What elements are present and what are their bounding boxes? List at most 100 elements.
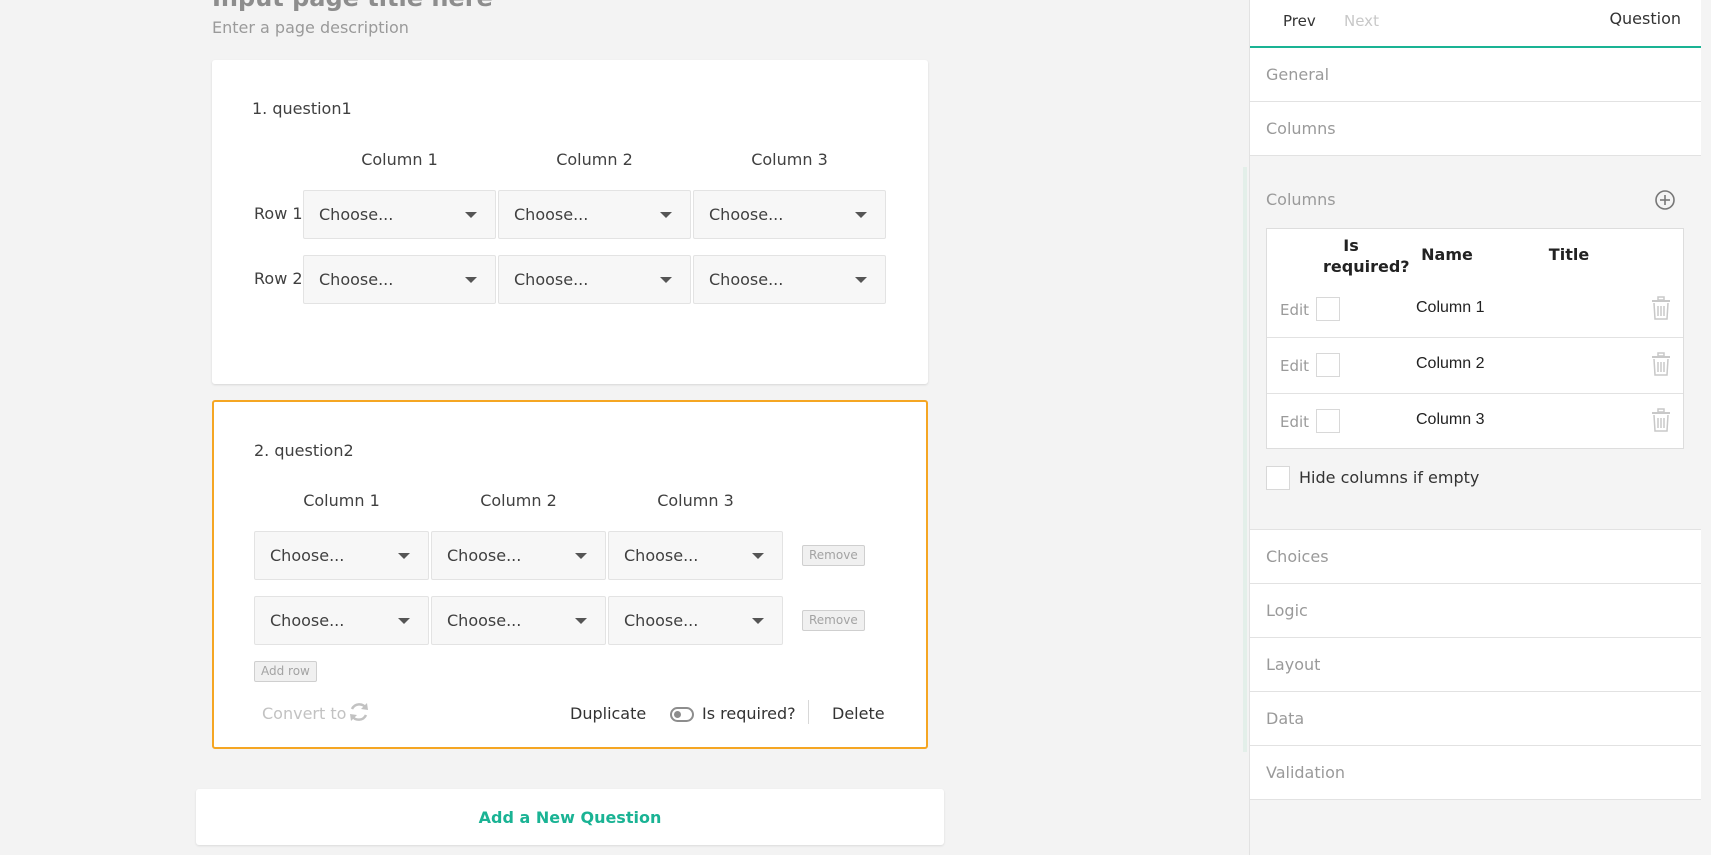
header-is-required: Is required? (1323, 236, 1410, 276)
cell-dropdown[interactable]: Choose... (254, 596, 429, 645)
prev-button[interactable]: Prev (1283, 12, 1316, 30)
section-data[interactable]: Data (1250, 692, 1701, 746)
dropdown-value: Choose... (319, 205, 394, 224)
chevron-down-icon (752, 553, 764, 559)
column-header: Column 1 (303, 491, 380, 510)
chevron-down-icon (575, 618, 587, 624)
refresh-icon[interactable] (347, 700, 371, 724)
section-choices[interactable]: Choices (1250, 530, 1701, 584)
section-logic[interactable]: Logic (1250, 584, 1701, 638)
chevron-down-icon (660, 212, 672, 218)
divider (808, 700, 809, 724)
chevron-down-icon (398, 553, 410, 559)
required-checkbox[interactable] (1316, 409, 1340, 433)
header-title: Title (1548, 245, 1590, 264)
convert-to-label[interactable]: Convert to (262, 704, 346, 723)
edit-link[interactable]: Edit (1280, 413, 1309, 431)
required-toggle[interactable] (670, 707, 694, 722)
design-surface: Input page title here Enter a page descr… (0, 0, 1249, 855)
dropdown-value: Choose... (270, 546, 345, 565)
hide-columns-checkbox[interactable] (1266, 466, 1290, 490)
add-row-button[interactable]: Add row (254, 661, 317, 682)
panel-header: Prev Next Question (1250, 0, 1701, 48)
object-selector[interactable]: Question (1609, 9, 1681, 28)
column-header: Column 3 (657, 491, 734, 510)
cell-dropdown[interactable]: Choose... (608, 596, 783, 645)
dropdown-value: Choose... (447, 611, 522, 630)
add-column-icon[interactable] (1654, 189, 1676, 211)
required-checkbox[interactable] (1316, 353, 1340, 377)
chevron-down-icon (465, 212, 477, 218)
toggle-knob (674, 711, 681, 718)
cell-dropdown[interactable]: Choose... (693, 190, 886, 239)
cell-dropdown[interactable]: Choose... (431, 596, 606, 645)
panel-accent-bar (1243, 167, 1247, 752)
cell-dropdown[interactable]: Choose... (498, 255, 691, 304)
property-panel-body: Prev Next Question General Columns Colum… (1250, 0, 1701, 855)
property-panel: Prev Next Question General Columns Colum… (1243, 0, 1711, 855)
edit-link[interactable]: Edit (1280, 357, 1309, 375)
row-label: Row 2 (254, 269, 303, 288)
remove-row-button[interactable]: Remove (802, 610, 865, 631)
trash-icon[interactable] (1650, 296, 1672, 320)
dropdown-value: Choose... (447, 546, 522, 565)
dropdown-value: Choose... (514, 205, 589, 224)
column-row: Edit Column 2 (1267, 338, 1683, 394)
delete-button[interactable]: Delete (832, 704, 885, 723)
column-header: Column 2 (556, 150, 633, 169)
column-row: Edit Column 3 (1267, 394, 1683, 450)
columns-table: Is required? Name Title Edit Column 1 Ed… (1266, 228, 1684, 449)
cell-dropdown[interactable]: Choose... (431, 531, 606, 580)
columns-editor: Columns Is required? Name Title Edit Col… (1250, 156, 1701, 530)
dropdown-value: Choose... (709, 270, 784, 289)
chevron-down-icon (855, 277, 867, 283)
question-card-2[interactable]: 2. question2 Column 1 Column 2 Column 3 … (212, 400, 928, 749)
column-name[interactable]: Column 3 (1416, 411, 1484, 429)
column-name[interactable]: Column 2 (1416, 355, 1484, 373)
dropdown-value: Choose... (319, 270, 394, 289)
cell-dropdown[interactable]: Choose... (303, 255, 496, 304)
page-title[interactable]: Input page title here (212, 0, 493, 12)
chevron-down-icon (752, 618, 764, 624)
add-question-button[interactable]: Add a New Question (196, 789, 944, 845)
trash-icon[interactable] (1650, 408, 1672, 432)
chevron-down-icon (660, 277, 672, 283)
page-description[interactable]: Enter a page description (212, 18, 409, 37)
required-checkbox[interactable] (1316, 297, 1340, 321)
question-title[interactable]: 1. question1 (252, 99, 352, 118)
question-title[interactable]: 2. question2 (254, 441, 354, 460)
cell-dropdown[interactable]: Choose... (303, 190, 496, 239)
cell-dropdown[interactable]: Choose... (498, 190, 691, 239)
chevron-down-icon (465, 277, 477, 283)
dropdown-value: Choose... (514, 270, 589, 289)
question-card-1[interactable]: 1. question1 Column 1 Column 2 Column 3 … (212, 60, 928, 384)
column-row: Edit Column 1 (1267, 282, 1683, 338)
question-toolbar: Convert to Duplicate Is required? Delete (214, 698, 926, 728)
cell-dropdown[interactable]: Choose... (693, 255, 886, 304)
columns-editor-title: Columns (1266, 190, 1336, 209)
cell-dropdown[interactable]: Choose... (254, 531, 429, 580)
chevron-down-icon (855, 212, 867, 218)
section-layout[interactable]: Layout (1250, 638, 1701, 692)
dropdown-value: Choose... (624, 611, 699, 630)
cell-dropdown[interactable]: Choose... (608, 531, 783, 580)
column-header: Column 2 (480, 491, 557, 510)
chevron-down-icon (398, 618, 410, 624)
section-validation[interactable]: Validation (1250, 746, 1701, 800)
edit-link[interactable]: Edit (1280, 301, 1309, 319)
chevron-down-icon (575, 553, 587, 559)
section-columns[interactable]: Columns (1250, 102, 1701, 156)
section-general[interactable]: General (1250, 48, 1701, 102)
is-required-label[interactable]: Is required? (702, 704, 796, 723)
dropdown-value: Choose... (624, 546, 699, 565)
row-label: Row 1 (254, 204, 303, 223)
header-name: Name (1421, 245, 1473, 264)
dropdown-value: Choose... (709, 205, 784, 224)
column-name[interactable]: Column 1 (1416, 299, 1484, 317)
column-header: Column 3 (751, 150, 828, 169)
duplicate-button[interactable]: Duplicate (570, 704, 646, 723)
remove-row-button[interactable]: Remove (802, 545, 865, 566)
next-button[interactable]: Next (1344, 12, 1379, 30)
trash-icon[interactable] (1650, 352, 1672, 376)
hide-columns-label[interactable]: Hide columns if empty (1299, 468, 1479, 487)
